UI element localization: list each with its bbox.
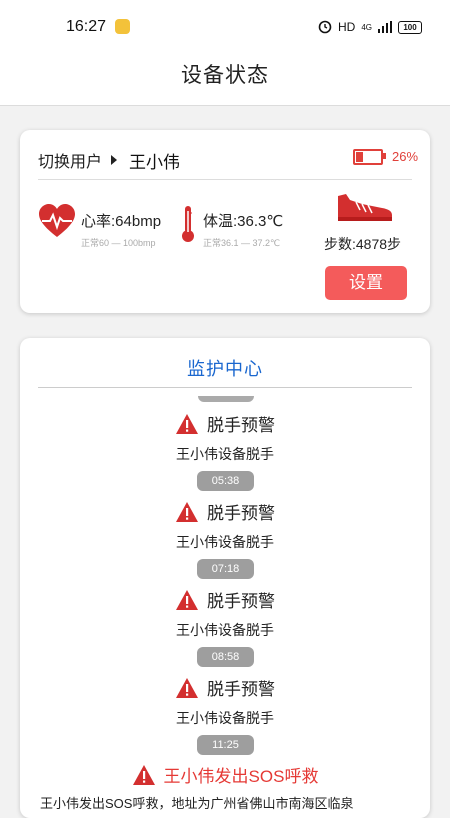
device-battery-percent: 26%	[392, 149, 419, 164]
time-pill: 05:38	[197, 471, 254, 491]
user-name: 王小伟	[129, 152, 181, 172]
settings-button[interactable]: 设置	[325, 266, 407, 300]
status-icons: HD 4G 100	[318, 20, 422, 34]
alert-body: 王小伟设备脱手	[176, 534, 274, 550]
time-pill: 08:58	[197, 647, 254, 667]
steps-value: 步数:4878步	[324, 236, 402, 252]
sos-title-row: 王小伟发出SOS呼救	[20, 762, 430, 787]
monitor-center-card: 监护中心 脱手预警 王小伟设备脱手 05:38 脱手预警 王小伟设备脱手 07:…	[20, 338, 430, 818]
network-type: HD	[337, 20, 356, 34]
heart-rate-icon	[38, 204, 76, 243]
alert-title-row: 脱手预警	[20, 499, 430, 524]
battery-icon: 100	[398, 20, 422, 34]
alert-body: 王小伟设备脱手	[176, 446, 274, 462]
alert-title: 脱手预警	[207, 416, 275, 435]
alert-body: 王小伟设备脱手	[176, 622, 274, 638]
device-battery-icon	[353, 149, 383, 165]
status-bar: 16:27 HD 4G 100	[0, 0, 450, 56]
warning-icon	[132, 764, 155, 785]
alert-title-row: 脱手预警	[20, 675, 430, 700]
signal-type: 4G	[361, 22, 372, 32]
warning-icon	[176, 677, 198, 698]
sos-body: 王小伟发出SOS呼救，地址为广州省佛山市南海区临泉	[40, 796, 354, 811]
heart-rate-metric: 心率:64bmp 正常60 — 100bmp	[81, 210, 161, 249]
page-title: 设备状态	[181, 64, 269, 87]
thermometer-icon	[181, 205, 195, 248]
time-pill: 07:18	[197, 559, 254, 579]
status-time: 16:27	[66, 18, 107, 35]
alert-title: 脱手预警	[207, 680, 275, 699]
signal-icon	[378, 21, 392, 33]
device-status-card: 切换用户 王小伟 26% 心率:64bmp 正常60 — 100bmp 体温:3…	[20, 130, 430, 313]
temperature-value: 体温:36.3℃	[203, 213, 284, 230]
temperature-metric: 体温:36.3℃ 正常36.1 — 37.2℃	[203, 210, 283, 249]
warning-icon	[176, 501, 198, 522]
alert-title: 脱手预警	[207, 592, 275, 611]
alert-title: 脱手预警	[207, 504, 275, 523]
title-bar: 设备状态	[0, 56, 450, 106]
temperature-range: 正常36.1 — 37.2℃	[203, 238, 281, 248]
shoe-icon	[336, 192, 394, 227]
divider	[38, 179, 412, 180]
sos-title: 王小伟发出SOS呼救	[163, 767, 319, 786]
alert-title-row: 脱手预警	[20, 411, 430, 436]
monitor-title: 监护中心	[187, 359, 263, 379]
switch-user-label[interactable]: 切换用户	[38, 148, 102, 172]
alert-title-row: 脱手预警	[20, 587, 430, 612]
time-pill-partial	[198, 396, 254, 402]
play-arrow-icon	[111, 155, 118, 165]
heart-rate-value: 心率:64bmp	[81, 213, 162, 230]
warning-icon	[176, 413, 198, 434]
heart-rate-range: 正常60 — 100bmp	[81, 238, 156, 248]
divider	[38, 387, 412, 388]
alert-body: 王小伟设备脱手	[176, 710, 274, 726]
app-notification-icon	[115, 19, 130, 34]
time-pill: 11:25	[197, 735, 254, 755]
warning-icon	[176, 589, 198, 610]
alarm-icon	[318, 20, 332, 34]
